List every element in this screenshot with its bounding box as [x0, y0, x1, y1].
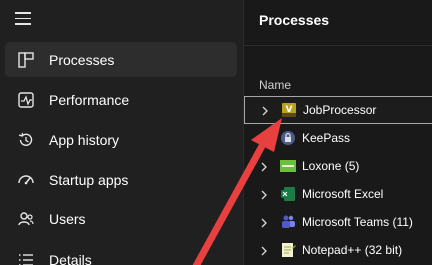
users-icon — [18, 212, 34, 226]
sidebar-item-label: App history — [49, 131, 120, 148]
process-row-loxone[interactable]: Loxone (5) — [244, 153, 432, 181]
process-name: KeePass — [302, 131, 351, 145]
process-row-teams[interactable]: Microsoft Teams (11) — [244, 209, 432, 237]
sidebar-item-label: Performance — [49, 91, 130, 108]
sidebar-item-startup-apps[interactable]: Startup apps — [5, 162, 237, 197]
process-row-notepadpp[interactable]: Notepad++ (32 bit) — [244, 237, 432, 265]
jobprocessor-icon: V — [282, 103, 296, 117]
teams-icon — [282, 215, 295, 228]
keepass-icon — [281, 131, 295, 145]
process-name: Microsoft Teams (11) — [302, 215, 413, 229]
process-name: Microsoft Excel — [302, 187, 384, 201]
performance-icon — [18, 92, 34, 108]
sidebar-item-label: Users — [49, 210, 86, 227]
sidebar-item-performance[interactable]: Performance — [5, 82, 237, 117]
sidebar: Processes Performance App history Startu… — [0, 0, 243, 265]
chevron-right-icon[interactable] — [260, 218, 268, 228]
chevron-right-icon[interactable] — [260, 162, 268, 172]
startup-apps-icon — [18, 175, 34, 185]
divider — [244, 45, 432, 46]
process-name: JobProcessor — [303, 103, 377, 117]
sidebar-item-app-history[interactable]: App history — [5, 122, 237, 157]
process-name: Loxone (5) — [302, 159, 360, 173]
sidebar-item-label: Processes — [49, 51, 115, 68]
chevron-right-icon[interactable] — [260, 246, 268, 256]
app-history-icon — [18, 132, 33, 146]
processes-icon — [18, 52, 34, 68]
svg-text:V: V — [286, 105, 293, 115]
process-row-keepass[interactable]: KeePass — [244, 125, 432, 153]
column-header-name[interactable]: Name — [259, 78, 291, 92]
chevron-right-icon[interactable] — [260, 134, 268, 144]
sidebar-item-users[interactable]: Users — [5, 201, 237, 236]
notepadpp-icon — [282, 243, 296, 257]
sidebar-item-label: Startup apps — [49, 171, 129, 188]
chevron-right-icon[interactable] — [260, 190, 268, 200]
sidebar-item-processes[interactable]: Processes — [5, 42, 237, 77]
task-manager-window: Processes Performance App history Startu… — [0, 0, 432, 265]
processes-panel: Processes Name V JobProcessor KeePass Lo… — [243, 0, 432, 265]
excel-icon — [281, 187, 295, 201]
process-row-excel[interactable]: Microsoft Excel — [244, 181, 432, 209]
process-name: Notepad++ (32 bit) — [302, 243, 403, 257]
sidebar-item-details[interactable]: Details — [5, 242, 237, 265]
process-row-jobprocessor[interactable]: V JobProcessor — [244, 96, 432, 124]
page-title: Processes — [259, 12, 330, 28]
sidebar-item-label: Details — [49, 251, 92, 265]
details-icon — [19, 254, 33, 265]
hamburger-menu-icon[interactable] — [15, 12, 31, 26]
chevron-right-icon[interactable] — [261, 106, 269, 116]
loxone-icon — [280, 160, 296, 172]
